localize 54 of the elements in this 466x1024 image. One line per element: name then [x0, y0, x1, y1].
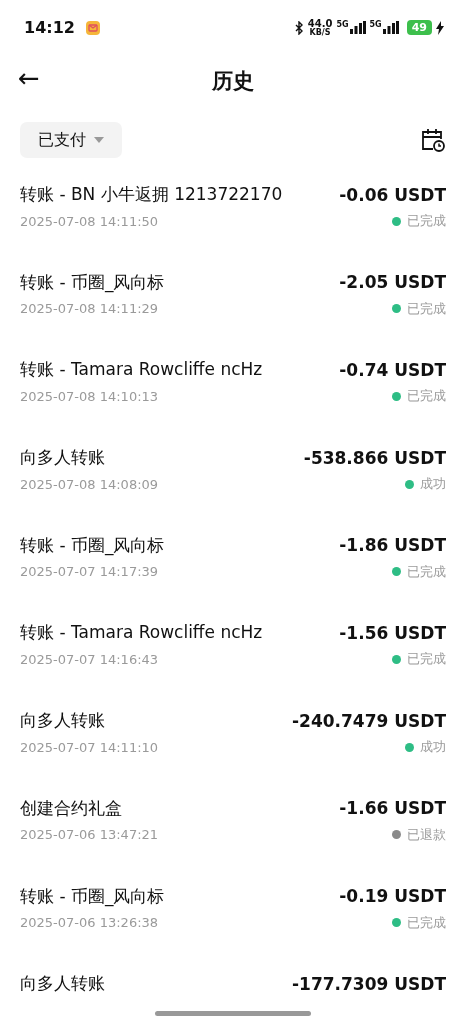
- status-time: 14:12: [24, 18, 75, 37]
- transaction-time: 2025-07-07 14:16:43: [20, 651, 159, 667]
- transaction-status: 已完成: [407, 562, 446, 581]
- transaction-title: 转账 - Tamara Rowcliffe ncHz: [20, 358, 263, 382]
- charging-icon: [436, 20, 444, 35]
- transaction-status: 已完成: [407, 299, 446, 318]
- transaction-time: 2025-07-07 14:17:39: [20, 564, 159, 580]
- transaction-title: 转账 - 币圈_风向标: [20, 533, 165, 557]
- speed-unit: KB/S: [309, 28, 331, 37]
- transaction-amount: -240.7479 USDT: [292, 710, 446, 731]
- transaction-status: 已完成: [407, 650, 446, 669]
- network-label: 5G: [336, 20, 349, 29]
- transaction-amount: -0.06 USDT: [339, 184, 446, 205]
- transaction-title: 转账 - BN 小牛返拥 1213722170: [20, 183, 283, 206]
- transaction-status: 成功: [420, 738, 446, 757]
- transaction-title: 转账 - 币圈_风向标: [20, 270, 165, 294]
- transaction-time: 2025-07-08 14:11:29: [20, 301, 159, 317]
- transaction-amount: -0.74 USDT: [339, 359, 446, 380]
- network-speed: 44.0: [307, 18, 333, 29]
- transaction-title: 向多人转账: [20, 972, 105, 996]
- transaction-time: 2025-07-08 14:10:13: [20, 388, 159, 404]
- transaction-amount: -1.66 USDT: [339, 798, 446, 819]
- transaction-amount: -538.866 USDT: [303, 447, 446, 468]
- transaction-time: 2025-07-07 14:11:10: [20, 739, 159, 755]
- mail-icon: [84, 19, 101, 36]
- transaction-status: 已完成: [407, 212, 446, 230]
- calendar-clock-icon[interactable]: [420, 127, 446, 153]
- transaction-title: 转账 - 币圈_风向标: [20, 884, 165, 908]
- signal-icon: [349, 21, 366, 34]
- transaction-time: 2025-07-08 14:11:50: [20, 213, 159, 229]
- transaction-status: 已完成: [407, 913, 446, 932]
- status-filter-dropdown[interactable]: 已支付: [20, 122, 122, 158]
- transaction-amount: -0.19 USDT: [339, 886, 446, 906]
- transaction-time: 2025-07-08 14:08:09: [20, 476, 159, 492]
- transaction-title: 创建合约礼盒: [20, 796, 122, 820]
- page-title: 历史: [212, 68, 254, 95]
- transaction-time: 2025-07-06 13:47:21: [20, 827, 159, 843]
- signal-icon: [382, 21, 399, 34]
- transaction-title: 转账 - Tamara Rowcliffe ncHz: [20, 621, 263, 645]
- transaction-amount: -2.05 USDT: [339, 272, 446, 293]
- bluetooth-icon: [294, 20, 304, 35]
- transaction-time: 2025-07-06 13:26:38: [20, 915, 159, 930]
- transaction-amount: -1.56 USDT: [339, 622, 446, 643]
- transaction-status: 已退款: [407, 825, 446, 844]
- back-button[interactable]: ←: [10, 63, 48, 93]
- caret-icon: [94, 137, 104, 143]
- transaction-title: 向多人转账: [20, 709, 105, 733]
- transaction-title: 向多人转账: [20, 446, 105, 470]
- transaction-amount: -1.86 USDT: [339, 535, 446, 556]
- transaction-status: 成功: [420, 475, 446, 494]
- transaction-status: 已完成: [407, 387, 446, 406]
- battery-level: 49: [406, 20, 432, 35]
- network-label: 5G: [369, 20, 382, 29]
- transaction-amount: -177.7309 USDT: [292, 973, 446, 994]
